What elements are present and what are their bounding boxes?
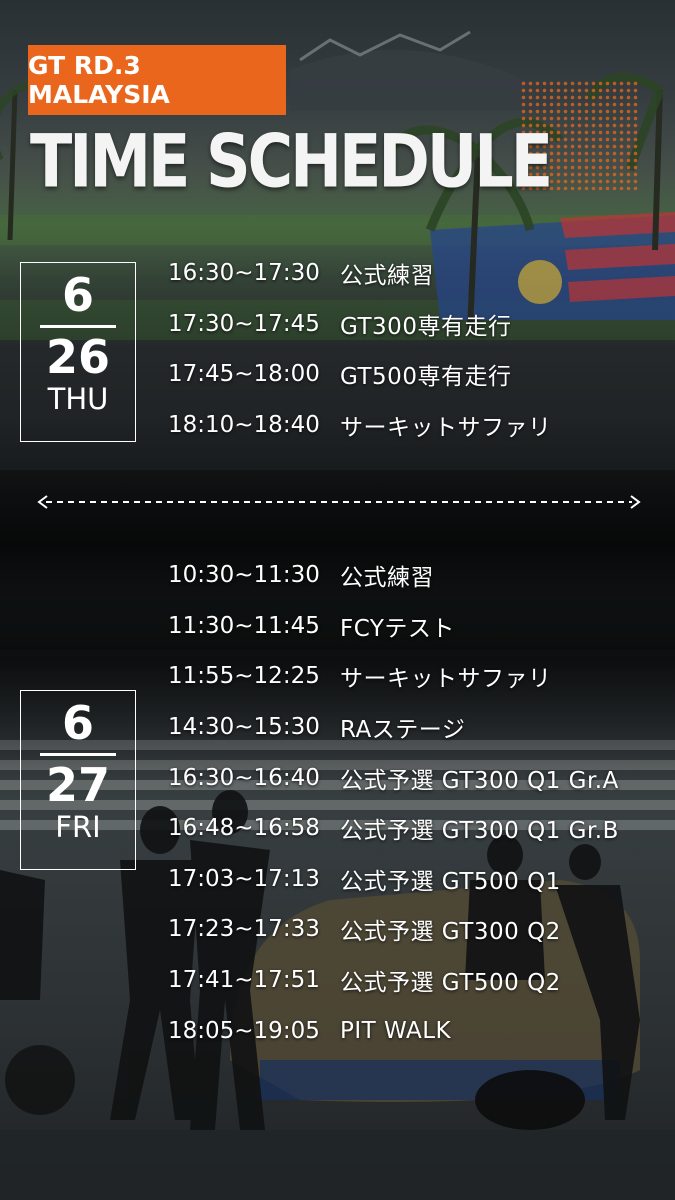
date-weekday: FRI [55,810,101,844]
date-month: 6 [61,268,94,322]
schedule-row: 11:30~11:45 FCYテスト [168,601,619,652]
schedule-time: 16:30~17:30 [168,260,320,287]
schedule-time: 17:23~17:33 [168,916,320,943]
schedule-event: PIT WALK [340,1017,452,1044]
date-box-day1: 6 26 THU [20,262,136,442]
schedule-event: 公式予選 GT300 Q2 [340,919,561,946]
schedule-row: 10:30~11:30 公式練習 [168,550,619,601]
schedule-event: 公式練習 [340,565,434,592]
schedule-time: 11:55~12:25 [168,663,320,690]
schedule-event: 公式予選 GT300 Q1 Gr.B [340,818,619,845]
schedule-time: 17:30~17:45 [168,310,320,337]
schedule-time: 17:45~18:00 [168,361,320,388]
schedule-row: 14:30~15:30 RAステージ [168,702,619,753]
schedule-event: サーキットサファリ [340,415,552,442]
schedule-event: 公式予選 GT300 Q1 Gr.A [340,767,619,794]
date-day: 27 [45,758,110,812]
schedule-row: 11:55~12:25 サーキットサファリ [168,651,619,702]
schedule-event: GT300専有走行 [340,313,512,340]
date-box-day2: 6 27 FRI [20,690,136,870]
schedule-row: 18:05~19:05 PIT WALK [168,1005,619,1056]
schedule-list-day2: 10:30~11:30 公式練習 11:30~11:45 FCYテスト 11:55~… [168,550,619,1056]
schedule-row: 17:41~17:51 公式予選 GT500 Q2 [168,955,619,1006]
schedule-event: GT500専有走行 [340,364,512,391]
round-tag-label: GT RD.3 MALAYSIA [28,51,170,109]
schedule-row: 16:30~16:40 公式予選 GT300 Q1 Gr.A [168,752,619,803]
schedule-event: RAステージ [340,717,466,744]
schedule-event: 公式練習 [340,263,434,290]
schedule-time: 17:41~17:51 [168,967,320,994]
page-title: TIME SCHEDULE [30,118,553,205]
schedule-row: 16:48~16:58 公式予選 GT300 Q1 Gr.B [168,803,619,854]
schedule-time: 18:05~19:05 [168,1017,320,1044]
date-weekday: THU [47,382,109,416]
schedule-time: 17:03~17:13 [168,865,320,892]
date-divider [40,753,116,756]
schedule-row: 16:30~17:30 公式練習 [168,248,552,299]
date-month: 6 [61,696,94,750]
schedule-event: FCYテスト [340,615,455,642]
schedule-event: 公式予選 GT500 Q2 [340,970,561,997]
schedule-time: 16:48~16:58 [168,815,320,842]
schedule-event: 公式予選 GT500 Q1 [340,868,561,895]
date-day: 26 [45,330,110,384]
schedule-row: 17:23~17:33 公式予選 GT300 Q2 [168,904,619,955]
schedule-row: 17:30~17:45 GT300専有走行 [168,299,552,350]
schedule-time: 16:30~16:40 [168,764,320,791]
schedule-time: 18:10~18:40 [168,412,320,439]
schedule-time: 14:30~15:30 [168,714,320,741]
schedule-row: 17:03~17:13 公式予選 GT500 Q1 [168,854,619,905]
schedule-list-day1: 16:30~17:30 公式練習 17:30~17:45 GT300専有走行 17:… [168,248,552,450]
schedule-time: 10:30~11:30 [168,562,320,589]
schedule-event: サーキットサファリ [340,666,552,693]
schedule-row: 18:10~18:40 サーキットサファリ [168,400,552,451]
schedule-time: 11:30~11:45 [168,612,320,639]
round-tag: GT RD.3 MALAYSIA [28,45,286,115]
date-divider [40,325,116,328]
schedule-row: 17:45~18:00 GT500専有走行 [168,349,552,400]
double-arrow-dashed-icon [37,495,641,509]
